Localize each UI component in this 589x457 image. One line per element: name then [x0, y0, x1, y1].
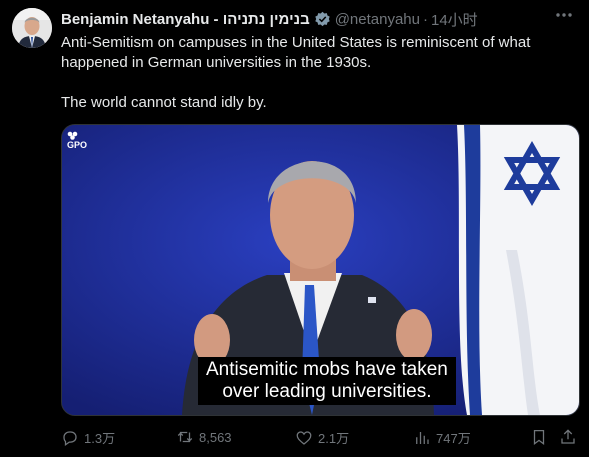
timestamp[interactable]: 14小时 [431, 9, 478, 30]
share-button[interactable] [559, 428, 577, 449]
heart-icon [296, 430, 312, 445]
bookmark-icon [533, 429, 545, 446]
separator-dot: · [423, 10, 428, 28]
tweet-paragraph: The world cannot stand idly by. [61, 94, 267, 111]
gpo-label: GPO [67, 140, 88, 150]
share-icon [561, 429, 575, 444]
reply-button[interactable]: 1.3万 [61, 428, 115, 447]
view-count: 747万 [436, 431, 471, 446]
repost-icon [177, 431, 193, 443]
analytics-icon [416, 431, 429, 444]
tweet[interactable]: Benjamin Netanyahu - בנימין נתניהו @neta… [0, 0, 589, 457]
action-bar: 1.3万 8,563 2.1万 747万 [61, 426, 579, 450]
repost-count: 8,563 [199, 429, 232, 445]
display-name[interactable]: Benjamin Netanyahu - בנימין נתניהו [61, 11, 310, 28]
video-media[interactable]: GPO Antisemitic mobs have taken over lea… [61, 124, 580, 416]
like-count: 2.1万 [318, 431, 350, 446]
avatar[interactable] [12, 8, 52, 48]
caption-line: over leading universities. [222, 381, 432, 402]
caption-line: Antisemitic mobs have taken [206, 359, 448, 380]
profile-photo [12, 8, 52, 48]
verified-badge-icon [315, 11, 330, 26]
handle[interactable]: @netanyahu [335, 11, 420, 28]
repost-button[interactable]: 8,563 [176, 428, 232, 446]
reply-icon [63, 430, 77, 446]
like-button[interactable]: 2.1万 [295, 428, 349, 447]
gpo-watermark: GPO [67, 131, 87, 150]
views-button[interactable]: 747万 [413, 428, 471, 447]
tweet-paragraph: Anti-Semitism on campuses in the United … [61, 34, 531, 71]
reply-count: 1.3万 [84, 431, 116, 446]
tweet-text: Anti-Semitism on campuses in the United … [61, 33, 571, 113]
video-caption: Antisemitic mobs have taken over leading… [198, 357, 456, 405]
more-horizontal-icon[interactable] [553, 8, 575, 28]
gpo-logo-icon [67, 131, 78, 140]
bookmark-button[interactable] [530, 428, 548, 449]
tweet-header: Benjamin Netanyahu - בנימין נתניהו @neta… [61, 9, 478, 29]
